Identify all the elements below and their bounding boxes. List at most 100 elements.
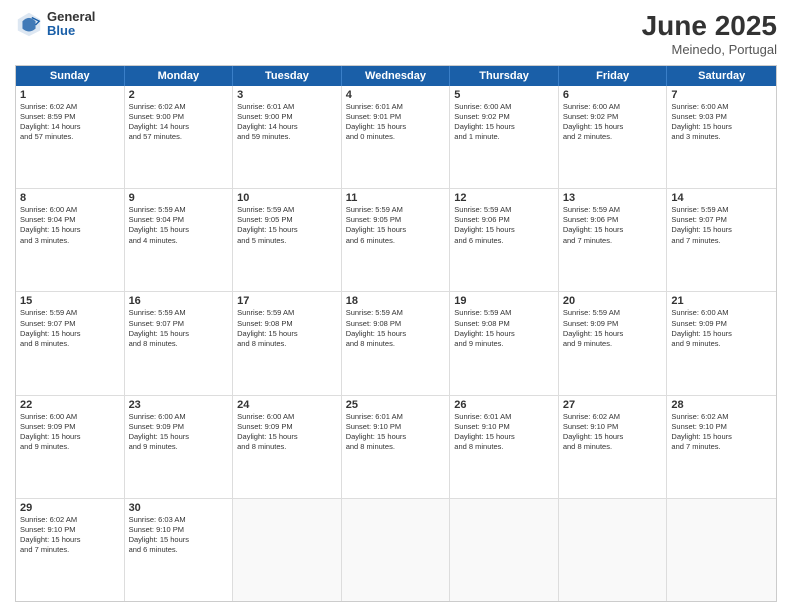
day-info: Sunrise: 6:01 AMSunset: 9:00 PMDaylight:…: [237, 102, 337, 143]
day-info: Sunrise: 6:01 AMSunset: 9:01 PMDaylight:…: [346, 102, 446, 143]
day-number: 29: [20, 502, 120, 514]
day-number: 12: [454, 192, 554, 204]
day-number: 6: [563, 89, 663, 101]
day-15: 15 Sunrise: 5:59 AMSunset: 9:07 PMDaylig…: [16, 292, 125, 394]
header-monday: Monday: [125, 66, 234, 86]
day-22: 22 Sunrise: 6:00 AMSunset: 9:09 PMDaylig…: [16, 396, 125, 498]
day-number: 24: [237, 399, 337, 411]
day-25: 25 Sunrise: 6:01 AMSunset: 9:10 PMDaylig…: [342, 396, 451, 498]
day-info: Sunrise: 6:00 AMSunset: 9:09 PMDaylight:…: [237, 412, 337, 453]
day-number: 15: [20, 295, 120, 307]
header: General Blue June 2025 Meinedo, Portugal: [15, 10, 777, 57]
day-4: 4 Sunrise: 6:01 AMSunset: 9:01 PMDayligh…: [342, 86, 451, 188]
day-21: 21 Sunrise: 6:00 AMSunset: 9:09 PMDaylig…: [667, 292, 776, 394]
day-number: 3: [237, 89, 337, 101]
empty-cell: [450, 499, 559, 601]
day-info: Sunrise: 6:00 AMSunset: 9:04 PMDaylight:…: [20, 205, 120, 246]
week-row-1: 1 Sunrise: 6:02 AMSunset: 8:59 PMDayligh…: [16, 86, 776, 189]
logo: General Blue: [15, 10, 95, 39]
day-17: 17 Sunrise: 5:59 AMSunset: 9:08 PMDaylig…: [233, 292, 342, 394]
week-row-5: 29 Sunrise: 6:02 AMSunset: 9:10 PMDaylig…: [16, 499, 776, 601]
day-14: 14 Sunrise: 5:59 AMSunset: 9:07 PMDaylig…: [667, 189, 776, 291]
header-wednesday: Wednesday: [342, 66, 451, 86]
day-info: Sunrise: 5:59 AMSunset: 9:05 PMDaylight:…: [346, 205, 446, 246]
day-info: Sunrise: 6:00 AMSunset: 9:09 PMDaylight:…: [671, 308, 772, 349]
day-info: Sunrise: 5:59 AMSunset: 9:06 PMDaylight:…: [454, 205, 554, 246]
day-2: 2 Sunrise: 6:02 AMSunset: 9:00 PMDayligh…: [125, 86, 234, 188]
day-info: Sunrise: 6:02 AMSunset: 9:10 PMDaylight:…: [563, 412, 663, 453]
day-number: 27: [563, 399, 663, 411]
day-number: 23: [129, 399, 229, 411]
empty-cell: [342, 499, 451, 601]
calendar-body: 1 Sunrise: 6:02 AMSunset: 8:59 PMDayligh…: [16, 86, 776, 601]
day-info: Sunrise: 6:02 AMSunset: 8:59 PMDaylight:…: [20, 102, 120, 143]
day-number: 10: [237, 192, 337, 204]
day-number: 11: [346, 192, 446, 204]
day-number: 20: [563, 295, 663, 307]
day-info: Sunrise: 5:59 AMSunset: 9:07 PMDaylight:…: [671, 205, 772, 246]
day-info: Sunrise: 5:59 AMSunset: 9:06 PMDaylight:…: [563, 205, 663, 246]
day-27: 27 Sunrise: 6:02 AMSunset: 9:10 PMDaylig…: [559, 396, 668, 498]
day-28: 28 Sunrise: 6:02 AMSunset: 9:10 PMDaylig…: [667, 396, 776, 498]
day-info: Sunrise: 5:59 AMSunset: 9:07 PMDaylight:…: [129, 308, 229, 349]
day-info: Sunrise: 5:59 AMSunset: 9:05 PMDaylight:…: [237, 205, 337, 246]
day-number: 7: [671, 89, 772, 101]
day-number: 25: [346, 399, 446, 411]
day-info: Sunrise: 6:00 AMSunset: 9:03 PMDaylight:…: [671, 102, 772, 143]
week-row-4: 22 Sunrise: 6:00 AMSunset: 9:09 PMDaylig…: [16, 396, 776, 499]
location-label: Meinedo, Portugal: [642, 42, 777, 57]
day-info: Sunrise: 5:59 AMSunset: 9:07 PMDaylight:…: [20, 308, 120, 349]
empty-cell: [559, 499, 668, 601]
calendar: Sunday Monday Tuesday Wednesday Thursday…: [15, 65, 777, 602]
day-number: 5: [454, 89, 554, 101]
header-friday: Friday: [559, 66, 668, 86]
day-number: 22: [20, 399, 120, 411]
day-16: 16 Sunrise: 5:59 AMSunset: 9:07 PMDaylig…: [125, 292, 234, 394]
page: General Blue June 2025 Meinedo, Portugal…: [0, 0, 792, 612]
day-number: 2: [129, 89, 229, 101]
day-info: Sunrise: 6:02 AMSunset: 9:10 PMDaylight:…: [671, 412, 772, 453]
day-23: 23 Sunrise: 6:00 AMSunset: 9:09 PMDaylig…: [125, 396, 234, 498]
day-12: 12 Sunrise: 5:59 AMSunset: 9:06 PMDaylig…: [450, 189, 559, 291]
day-26: 26 Sunrise: 6:01 AMSunset: 9:10 PMDaylig…: [450, 396, 559, 498]
title-block: June 2025 Meinedo, Portugal: [642, 10, 777, 57]
day-30: 30 Sunrise: 6:03 AMSunset: 9:10 PMDaylig…: [125, 499, 234, 601]
empty-cell: [233, 499, 342, 601]
week-row-2: 8 Sunrise: 6:00 AMSunset: 9:04 PMDayligh…: [16, 189, 776, 292]
day-number: 28: [671, 399, 772, 411]
logo-text: General Blue: [47, 10, 95, 39]
day-number: 30: [129, 502, 229, 514]
day-9: 9 Sunrise: 5:59 AMSunset: 9:04 PMDayligh…: [125, 189, 234, 291]
day-number: 1: [20, 89, 120, 101]
day-3: 3 Sunrise: 6:01 AMSunset: 9:00 PMDayligh…: [233, 86, 342, 188]
day-19: 19 Sunrise: 5:59 AMSunset: 9:08 PMDaylig…: [450, 292, 559, 394]
day-info: Sunrise: 5:59 AMSunset: 9:08 PMDaylight:…: [454, 308, 554, 349]
header-thursday: Thursday: [450, 66, 559, 86]
day-number: 19: [454, 295, 554, 307]
day-number: 18: [346, 295, 446, 307]
day-number: 8: [20, 192, 120, 204]
day-info: Sunrise: 6:00 AMSunset: 9:09 PMDaylight:…: [129, 412, 229, 453]
day-info: Sunrise: 6:00 AMSunset: 9:02 PMDaylight:…: [454, 102, 554, 143]
day-number: 9: [129, 192, 229, 204]
day-7: 7 Sunrise: 6:00 AMSunset: 9:03 PMDayligh…: [667, 86, 776, 188]
day-info: Sunrise: 6:01 AMSunset: 9:10 PMDaylight:…: [454, 412, 554, 453]
day-20: 20 Sunrise: 5:59 AMSunset: 9:09 PMDaylig…: [559, 292, 668, 394]
header-saturday: Saturday: [667, 66, 776, 86]
day-10: 10 Sunrise: 5:59 AMSunset: 9:05 PMDaylig…: [233, 189, 342, 291]
day-info: Sunrise: 5:59 AMSunset: 9:08 PMDaylight:…: [346, 308, 446, 349]
day-number: 14: [671, 192, 772, 204]
day-info: Sunrise: 6:00 AMSunset: 9:09 PMDaylight:…: [20, 412, 120, 453]
empty-cell: [667, 499, 776, 601]
logo-icon: [15, 10, 43, 38]
day-number: 17: [237, 295, 337, 307]
day-number: 16: [129, 295, 229, 307]
day-18: 18 Sunrise: 5:59 AMSunset: 9:08 PMDaylig…: [342, 292, 451, 394]
day-1: 1 Sunrise: 6:02 AMSunset: 8:59 PMDayligh…: [16, 86, 125, 188]
day-number: 26: [454, 399, 554, 411]
day-info: Sunrise: 6:02 AMSunset: 9:00 PMDaylight:…: [129, 102, 229, 143]
logo-general-label: General: [47, 10, 95, 24]
day-info: Sunrise: 5:59 AMSunset: 9:08 PMDaylight:…: [237, 308, 337, 349]
day-info: Sunrise: 6:01 AMSunset: 9:10 PMDaylight:…: [346, 412, 446, 453]
month-title: June 2025: [642, 10, 777, 42]
